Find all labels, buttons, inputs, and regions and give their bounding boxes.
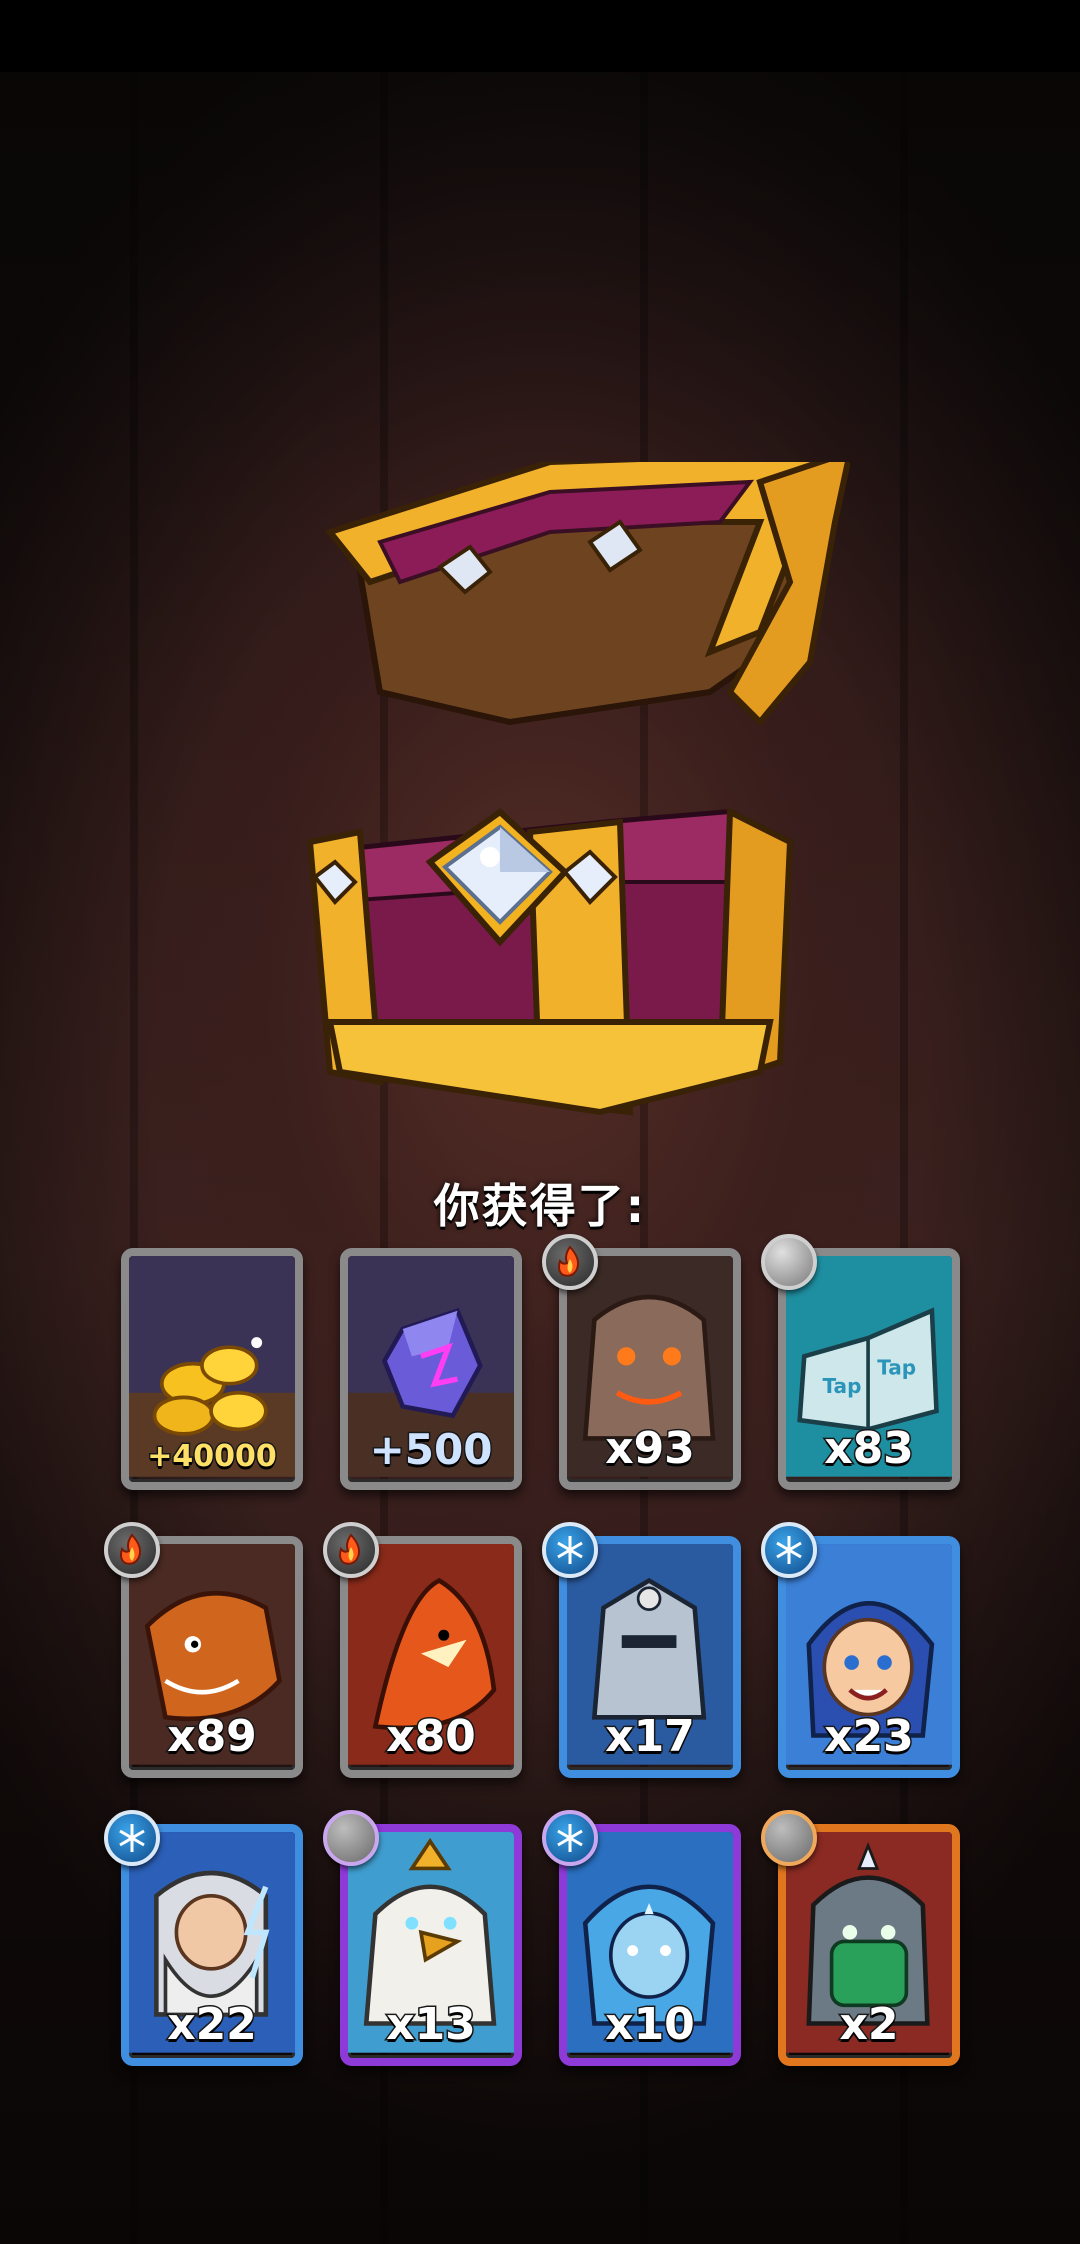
- reward-amount: x23: [823, 1710, 916, 1764]
- reward-title: 你获得了:: [433, 1179, 647, 1233]
- snowflake-icon: [557, 1536, 583, 1564]
- stone-element-badge: [761, 1234, 817, 1290]
- ice-element-badge: [104, 1810, 160, 1866]
- fire-icon: [120, 1533, 142, 1565]
- ice-element-badge: [542, 1810, 598, 1866]
- reward-amount: x83: [823, 1422, 916, 1476]
- reward-amount: x89: [166, 1710, 259, 1764]
- snowflake-icon: [119, 1824, 145, 1852]
- status-bar: [0, 0, 1080, 72]
- fire-element-badge: [104, 1522, 160, 1578]
- snowflake-icon: [776, 1536, 802, 1564]
- reward-card-gold-coins[interactable]: +40000: [121, 1248, 303, 1490]
- reward-amount: +500: [368, 1424, 494, 1476]
- stone-element-badge: [761, 1810, 817, 1866]
- reward-amount: x80: [385, 1710, 478, 1764]
- reward-amount: x17: [604, 1710, 697, 1764]
- ice-element-badge: [542, 1522, 598, 1578]
- reward-amount: x22: [166, 1998, 259, 2052]
- fire-icon: [558, 1245, 580, 1277]
- reward-card-gem[interactable]: +500: [340, 1248, 522, 1490]
- reward-amount: +40000: [146, 1438, 279, 1476]
- reward-amount: x13: [385, 1998, 478, 2052]
- fire-icon: [339, 1533, 361, 1565]
- svg-text:Tap: Tap: [822, 1374, 861, 1398]
- reward-amount: x10: [604, 1998, 697, 2052]
- reward-amount: x93: [604, 1422, 697, 1476]
- ice-element-badge: [761, 1522, 817, 1578]
- stone-element-badge: [323, 1810, 379, 1866]
- fire-element-badge: [542, 1234, 598, 1290]
- treasure-chest-icon: [306, 462, 850, 1116]
- snowflake-icon: [557, 1824, 583, 1852]
- fire-element-badge: [323, 1522, 379, 1578]
- reward-amount: x2: [838, 1998, 900, 2052]
- svg-text:Tap: Tap: [877, 1356, 916, 1380]
